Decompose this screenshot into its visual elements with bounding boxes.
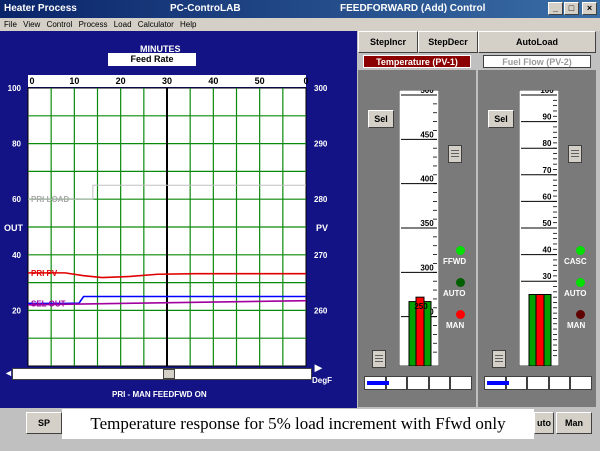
pv1-auto-led [456, 278, 465, 287]
pv2-tag[interactable]: Fuel Flow (PV-2) [483, 55, 591, 68]
pv-tick-label: 270 [314, 251, 328, 260]
minimize-button[interactable]: _ [548, 2, 563, 15]
pv2-scale-label: 100 [540, 90, 554, 95]
pv2-scale-label: 80 [543, 139, 552, 148]
pv1-bargraph: 500450400350300250250 [399, 90, 439, 366]
sp-button[interactable]: SP [26, 412, 62, 434]
pv2-sp-adjust-icon[interactable] [568, 145, 582, 163]
pv1-output-cells [364, 376, 472, 390]
time-tick-label: 10 [69, 76, 79, 86]
pv2-out-adjust-icon[interactable] [492, 350, 506, 368]
pv1-sp-adjust-icon[interactable] [448, 145, 462, 163]
series-label-seldv: SEL OUT [31, 299, 66, 308]
pv-axis-label: PV [316, 223, 329, 233]
out-tick-label: 100 [8, 84, 22, 93]
trend-chart: 0 10 20 30 40 50 0 100 80 60 40 20 300 290 280 270 260 PR… [8, 75, 328, 367]
pv2-pv-bar [535, 294, 545, 366]
pv2-scale-label: 30 [543, 272, 552, 281]
pv2-scale-label: 60 [543, 192, 552, 201]
time-tick-label: 50 [255, 76, 265, 86]
pv1-man-led [456, 310, 465, 319]
out-axis-label: OUT [4, 223, 23, 233]
pv1-out-adjust-icon[interactable] [372, 350, 386, 368]
pv1-value-label: 250 [414, 302, 428, 311]
pv2-auto-label: AUTO [564, 289, 587, 298]
series-label-pripv: PRI PV [31, 269, 58, 278]
pv2-man-label: MAN [567, 321, 586, 330]
pv1-scale-label: 300 [420, 263, 434, 272]
series-label-preload: PRI LOAD [31, 195, 69, 204]
pv2-auto-led [576, 278, 585, 287]
time-tick-label: 40 [208, 76, 218, 86]
pv2-casc-led [576, 246, 585, 255]
scrollbar-thumb[interactable] [163, 369, 175, 379]
pv-tick-label: 260 [314, 306, 328, 315]
pv-tick-label: 290 [314, 140, 328, 149]
pv-tick-label: 280 [314, 195, 328, 204]
out-tick-label: 60 [12, 195, 21, 204]
maximize-button[interactable]: □ [564, 2, 579, 15]
figure-caption: Temperature response for 5% load increme… [62, 409, 534, 439]
time-tick-label: 0 [29, 76, 34, 86]
pv1-sel-button[interactable]: Sel [368, 110, 394, 128]
pv2-scale-label: 50 [543, 219, 552, 228]
scroll-right-icon[interactable]: ► [312, 360, 332, 376]
pv1-ffwd-label: FFWD [443, 257, 467, 266]
pv2-casc-label: CASC [564, 257, 587, 266]
pv2-bargraph: 100 90 80 70 60 50 40 30 [519, 90, 559, 366]
pv2-man-led [576, 310, 585, 319]
step-decr-button[interactable]: StepDecr [418, 31, 478, 53]
pv-tick-label: 300 [314, 84, 328, 93]
time-tick-label: 20 [116, 76, 126, 86]
pv2-scale-label: 70 [543, 166, 552, 175]
pv1-scale-label: 350 [420, 219, 434, 228]
auto-load-button[interactable]: AutoLoad [478, 31, 596, 53]
out-tick-label: 40 [12, 251, 21, 260]
out-tick-label: 20 [12, 306, 21, 315]
right-title: FEEDFORWARD (Add) Control [340, 3, 486, 14]
pv1-scale-label: 450 [420, 130, 434, 139]
degf-label: DegF [312, 376, 332, 385]
pv1-scale-label: 500 [420, 90, 434, 95]
time-scrollbar[interactable] [12, 368, 312, 380]
scroll-left-icon[interactable]: ◄ [4, 368, 13, 380]
pv2-scale-label: 40 [543, 246, 552, 255]
pv1-man-label: MAN [446, 321, 465, 330]
pv2-sel-button[interactable]: Sel [488, 110, 514, 128]
status-text: PRI - MAN FEEDFWD ON [112, 390, 207, 399]
auto-button[interactable]: uto [534, 412, 554, 434]
man-button[interactable]: Man [556, 412, 592, 434]
step-incr-button[interactable]: StepIncr [358, 31, 418, 53]
pv1-scale-label: 400 [420, 175, 434, 184]
pv1-tag[interactable]: Temperature (PV-1) [363, 55, 471, 68]
out-tick-label: 80 [12, 140, 21, 149]
time-tick-label: 30 [162, 76, 172, 86]
time-tick-label: 0 [303, 76, 308, 86]
pv1-ffwd-led [456, 246, 465, 255]
app-window: Heater Process PC-ControLAB FEEDFORWARD … [0, 0, 600, 451]
pv1-auto-label: AUTO [443, 289, 466, 298]
close-button[interactable]: × [582, 2, 597, 15]
pv2-scale-label: 90 [543, 113, 552, 122]
pv2-output-cells [484, 376, 592, 390]
